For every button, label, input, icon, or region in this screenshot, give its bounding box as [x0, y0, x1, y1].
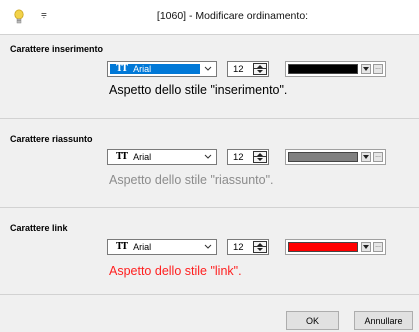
font-select[interactable]: TT Arial [107, 149, 217, 165]
truetype-font-icon: TT [116, 64, 128, 74]
font-select[interactable]: TT Arial [107, 61, 217, 77]
font-select-value: TT Arial [110, 152, 200, 162]
section-inserimento: Carattere inserimento TT Arial 12 ... As… [0, 34, 419, 118]
ok-button[interactable]: OK [286, 311, 339, 330]
font-size-value: 12 [233, 64, 244, 75]
color-picker[interactable]: ... [285, 239, 386, 255]
truetype-font-icon: TT [116, 152, 128, 162]
color-picker[interactable]: ... [285, 61, 386, 77]
size-spinner[interactable] [253, 63, 267, 75]
chevron-down-icon[interactable] [203, 62, 213, 76]
font-select[interactable]: TT Arial [107, 239, 217, 255]
color-swatch[interactable] [288, 242, 358, 252]
font-size-input[interactable]: 12 [227, 61, 269, 77]
cancel-button[interactable]: Annullare [354, 311, 413, 330]
size-spinner[interactable] [253, 151, 267, 163]
color-swatch[interactable] [288, 64, 358, 74]
ellipsis-icon[interactable]: ... [373, 64, 383, 74]
font-select-value: TT Arial [110, 242, 200, 252]
section-link: Carattere link TT Arial 12 ... Aspetto d… [0, 207, 419, 295]
truetype-font-icon: TT [116, 242, 128, 252]
color-dropdown-button[interactable] [361, 242, 371, 252]
section-riassunto: Carattere riassunto TT Arial 12 ... Aspe… [0, 118, 419, 203]
font-name: Arial [133, 64, 152, 74]
spin-down-icon[interactable] [254, 247, 266, 252]
chevron-down-icon[interactable] [203, 240, 213, 254]
color-dropdown-button[interactable] [361, 152, 371, 162]
style-preview: Aspetto dello stile "link". [109, 264, 242, 278]
spin-down-icon[interactable] [254, 69, 266, 74]
font-select-value: TT Arial [110, 64, 200, 74]
window-title: [1060] - Modificare ordinamento: [156, 10, 309, 22]
font-name: Arial [133, 152, 152, 162]
font-size-value: 12 [233, 152, 244, 163]
chevron-down-icon[interactable] [203, 150, 213, 164]
title-bar: ⩦ [1060] - Modificare ordinamento: [0, 0, 419, 34]
font-size-input[interactable]: 12 [227, 149, 269, 165]
style-preview: Aspetto dello stile "inserimento". [109, 83, 288, 97]
color-dropdown-button[interactable] [361, 64, 371, 74]
section-title: Carattere link [10, 223, 68, 233]
ellipsis-icon[interactable]: ... [373, 242, 383, 252]
style-preview: Aspetto dello stile "riassunto". [109, 173, 274, 187]
ellipsis-icon[interactable]: ... [373, 152, 383, 162]
font-name: Arial [133, 242, 152, 252]
color-picker[interactable]: ... [285, 149, 386, 165]
font-size-input[interactable]: 12 [227, 239, 269, 255]
spin-down-icon[interactable] [254, 157, 266, 162]
color-swatch[interactable] [288, 152, 358, 162]
section-title: Carattere inserimento [10, 44, 104, 54]
size-spinner[interactable] [253, 241, 267, 253]
section-title: Carattere riassunto [10, 134, 93, 144]
font-size-value: 12 [233, 242, 244, 253]
